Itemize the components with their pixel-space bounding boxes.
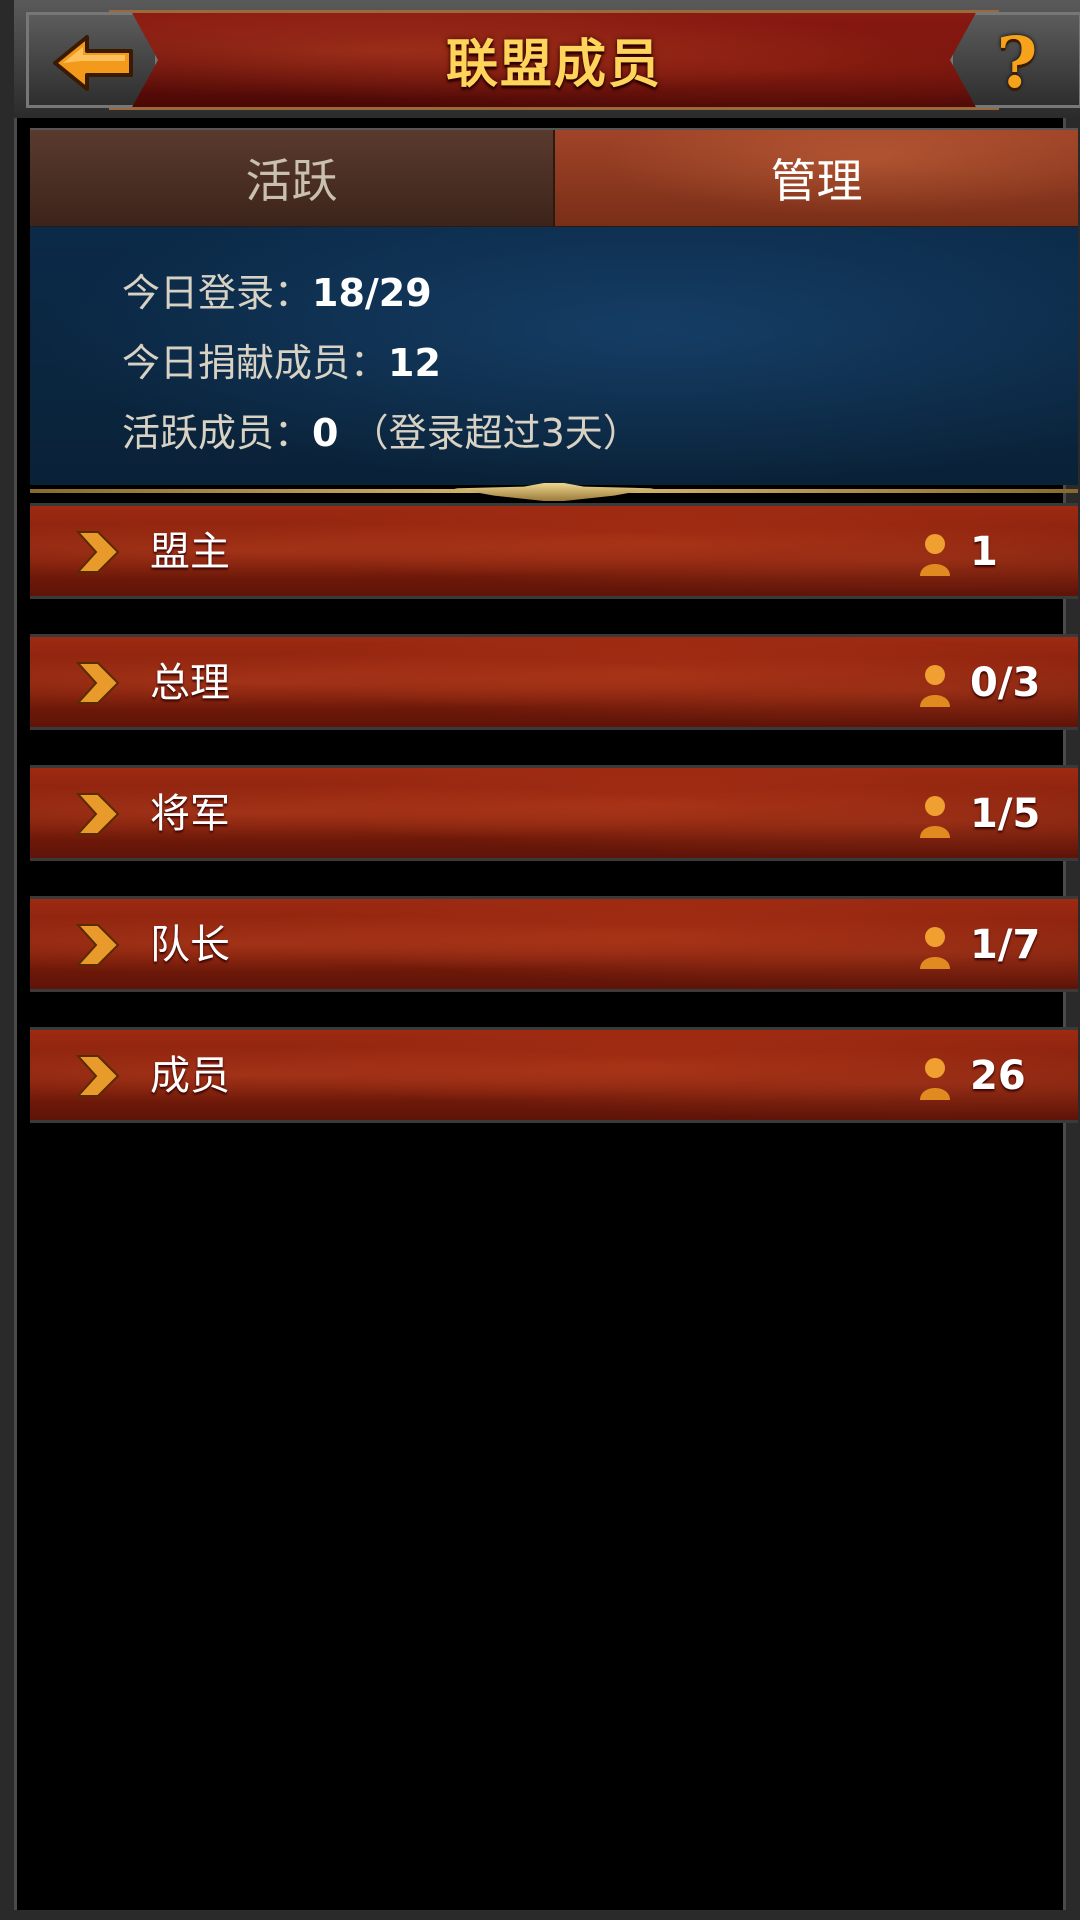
rank-count: 1 bbox=[970, 529, 998, 575]
back-button[interactable] bbox=[26, 12, 158, 108]
person-icon bbox=[920, 534, 950, 576]
tab-bar: 活跃 管理 bbox=[30, 128, 1078, 229]
chevron-right-icon bbox=[75, 924, 120, 966]
app-frame: 联盟成员 ? 活跃 管理 今日登录：18/29 今日捐献成员：12 活跃成员：0… bbox=[0, 0, 1080, 1920]
rank-row-leader[interactable]: 盟主 1 bbox=[30, 503, 1078, 599]
person-icon bbox=[920, 796, 950, 838]
rank-row-member[interactable]: 成员 26 bbox=[30, 1027, 1078, 1123]
rank-label: 盟主 bbox=[150, 529, 230, 575]
rank-label: 将军 bbox=[150, 791, 230, 837]
stat-active: 活跃成员：0 （登录超过3天） bbox=[122, 409, 1078, 479]
chevron-right-icon bbox=[75, 793, 120, 835]
help-button[interactable]: ? bbox=[950, 12, 1080, 108]
person-icon bbox=[920, 1058, 950, 1100]
stat-active-label: 活跃成员： bbox=[122, 411, 313, 455]
rank-label: 队长 bbox=[150, 922, 230, 968]
chevron-right-icon bbox=[75, 662, 120, 704]
divider-ornament bbox=[454, 483, 654, 501]
rank-count: 0/3 bbox=[970, 660, 1041, 706]
rank-count: 1/7 bbox=[970, 922, 1041, 968]
stats-panel: 今日登录：18/29 今日捐献成员：12 活跃成员：0 （登录超过3天） bbox=[30, 227, 1078, 485]
person-icon bbox=[920, 927, 950, 969]
person-icon bbox=[920, 665, 950, 707]
chevron-right-icon bbox=[75, 1055, 120, 1097]
rank-row-premier[interactable]: 总理 0/3 bbox=[30, 634, 1078, 730]
help-icon: ? bbox=[996, 21, 1038, 104]
stat-login-value: 18/29 bbox=[312, 271, 432, 315]
rank-count: 26 bbox=[970, 1053, 1026, 1099]
back-arrow-icon bbox=[53, 35, 133, 91]
stat-active-note: （登录超过3天） bbox=[350, 411, 641, 455]
page-title: 联盟成员 bbox=[445, 35, 662, 95]
stat-login: 今日登录：18/29 bbox=[122, 269, 1078, 339]
tab-active[interactable]: 活跃 bbox=[30, 130, 553, 226]
chevron-right-icon bbox=[75, 531, 120, 573]
rank-row-general[interactable]: 将军 1/5 bbox=[30, 765, 1078, 861]
tab-manage[interactable]: 管理 bbox=[553, 130, 1078, 226]
rank-label: 成员 bbox=[150, 1053, 230, 1099]
stat-donate-value: 12 bbox=[388, 341, 441, 385]
stat-active-value: 0 bbox=[312, 411, 339, 455]
gold-divider bbox=[30, 483, 1078, 501]
stat-donate: 今日捐献成员：12 bbox=[122, 339, 1078, 409]
stat-donate-label: 今日捐献成员： bbox=[122, 341, 389, 385]
stat-login-label: 今日登录： bbox=[122, 271, 313, 315]
rank-row-captain[interactable]: 队长 1/7 bbox=[30, 896, 1078, 992]
header: 联盟成员 ? bbox=[14, 0, 1080, 118]
rank-label: 总理 bbox=[150, 660, 230, 706]
rank-count: 1/5 bbox=[970, 791, 1041, 837]
